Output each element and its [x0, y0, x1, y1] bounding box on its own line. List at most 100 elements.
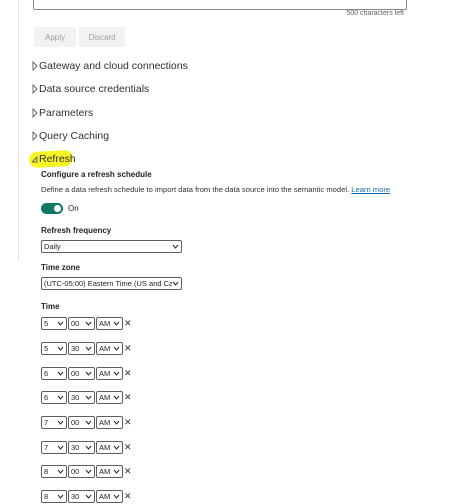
char-count: 500 characters left: [346, 10, 404, 17]
hour-select[interactable]: 8: [41, 465, 67, 478]
collapse-triangle-icon: [32, 155, 38, 163]
minute-select[interactable]: 00: [68, 465, 95, 478]
hour-select[interactable]: 6: [41, 367, 67, 380]
hour-value: 8: [44, 492, 49, 501]
section-label: Parameters: [39, 107, 94, 119]
chevron-down-icon: [113, 346, 120, 351]
ampm-select[interactable]: AM: [96, 465, 123, 478]
expand-triangle-icon: [32, 108, 38, 118]
remove-time-icon[interactable]: ✕: [124, 441, 132, 454]
chevron-down-icon: [57, 346, 64, 351]
refresh-description: Define a data refresh schedule to import…: [41, 185, 390, 194]
minute-select[interactable]: 30: [68, 441, 95, 454]
minute-select[interactable]: 00: [68, 416, 95, 429]
chevron-down-icon: [57, 469, 64, 474]
ampm-select[interactable]: AM: [96, 367, 123, 380]
chevron-down-icon: [57, 494, 64, 499]
timezone-label: Time zone: [41, 263, 80, 272]
chevron-down-icon: [85, 469, 92, 474]
ampm-value: AM: [99, 492, 111, 501]
chevron-down-icon: [57, 321, 64, 326]
section-query-caching[interactable]: Query Caching: [32, 130, 109, 142]
chevron-down-icon: [57, 395, 64, 400]
timezone-select[interactable]: (UTC-05:00) Eastern Time (US and Ca: [41, 277, 182, 290]
ampm-select[interactable]: AM: [96, 317, 123, 330]
toggle-label: On: [68, 204, 79, 213]
section-refresh[interactable]: Refresh: [32, 153, 76, 165]
frequency-value: Daily: [44, 242, 61, 251]
chevron-down-icon: [85, 494, 92, 499]
hour-value: 6: [44, 393, 49, 402]
frequency-select[interactable]: Daily: [41, 240, 182, 253]
discard-button[interactable]: Discard: [79, 27, 125, 47]
ampm-select[interactable]: AM: [96, 441, 123, 454]
frequency-label: Refresh frequency: [41, 226, 112, 235]
chevron-down-icon: [85, 346, 92, 351]
chevron-down-icon: [85, 395, 92, 400]
minute-value: 30: [71, 492, 80, 501]
ampm-value: AM: [99, 467, 111, 476]
chevron-down-icon: [85, 321, 92, 326]
ampm-value: AM: [99, 344, 111, 353]
section-label: Gateway and cloud connections: [39, 60, 188, 72]
description-textarea[interactable]: [33, 0, 407, 10]
chevron-down-icon: [113, 494, 120, 499]
remove-time-icon[interactable]: ✕: [124, 465, 132, 478]
remove-time-icon[interactable]: ✕: [124, 367, 132, 380]
minute-value: 30: [71, 393, 80, 402]
section-credentials[interactable]: Data source credentials: [32, 83, 149, 95]
minute-select[interactable]: 30: [68, 490, 95, 503]
minute-select[interactable]: 30: [68, 342, 95, 355]
section-label: Data source credentials: [39, 83, 150, 95]
hour-select[interactable]: 8: [41, 490, 67, 503]
chevron-down-icon: [57, 420, 64, 425]
hour-select[interactable]: 5: [41, 317, 67, 330]
ampm-value: AM: [99, 418, 111, 427]
hour-value: 8: [44, 467, 49, 476]
chevron-down-icon: [85, 371, 92, 376]
expand-triangle-icon: [32, 131, 38, 141]
hour-value: 6: [44, 369, 49, 378]
refresh-toggle[interactable]: [41, 203, 63, 214]
hour-select[interactable]: 7: [41, 416, 67, 429]
chevron-down-icon: [172, 280, 179, 287]
chevron-down-icon: [113, 321, 120, 326]
chevron-down-icon: [85, 445, 92, 450]
ampm-select[interactable]: AM: [96, 416, 123, 429]
remove-time-icon[interactable]: ✕: [124, 416, 132, 429]
ampm-select[interactable]: AM: [96, 490, 123, 503]
ampm-value: AM: [99, 369, 111, 378]
ampm-value: AM: [99, 393, 111, 402]
chevron-down-icon: [172, 244, 179, 249]
hour-select[interactable]: 6: [41, 391, 67, 404]
ampm-value: AM: [99, 319, 111, 328]
minute-select[interactable]: 00: [68, 367, 95, 380]
learn-more-link[interactable]: Learn more: [351, 185, 390, 194]
expand-triangle-icon: [32, 84, 38, 94]
ampm-select[interactable]: AM: [96, 391, 123, 404]
hour-select[interactable]: 7: [41, 441, 67, 454]
section-label: Refresh: [39, 153, 76, 165]
hour-value: 7: [44, 418, 49, 427]
ampm-select[interactable]: AM: [96, 342, 123, 355]
hour-value: 5: [44, 344, 49, 353]
remove-time-icon[interactable]: ✕: [124, 490, 132, 503]
chevron-down-icon: [57, 445, 64, 450]
section-parameters[interactable]: Parameters: [32, 107, 93, 119]
remove-time-icon[interactable]: ✕: [124, 317, 132, 330]
remove-time-icon[interactable]: ✕: [124, 342, 132, 355]
remove-time-icon[interactable]: ✕: [124, 391, 132, 404]
configure-title: Configure a refresh schedule: [41, 170, 152, 179]
hour-value: 5: [44, 319, 49, 328]
hour-value: 7: [44, 443, 49, 452]
minute-select[interactable]: 00: [68, 317, 95, 330]
hour-select[interactable]: 5: [41, 342, 67, 355]
chevron-down-icon: [85, 420, 92, 425]
minute-select[interactable]: 30: [68, 391, 95, 404]
chevron-down-icon: [113, 371, 120, 376]
chevron-down-icon: [113, 420, 120, 425]
minute-value: 00: [71, 319, 80, 328]
apply-button[interactable]: Apply: [34, 27, 76, 47]
section-gateway[interactable]: Gateway and cloud connections: [32, 60, 188, 72]
chevron-down-icon: [57, 371, 64, 376]
